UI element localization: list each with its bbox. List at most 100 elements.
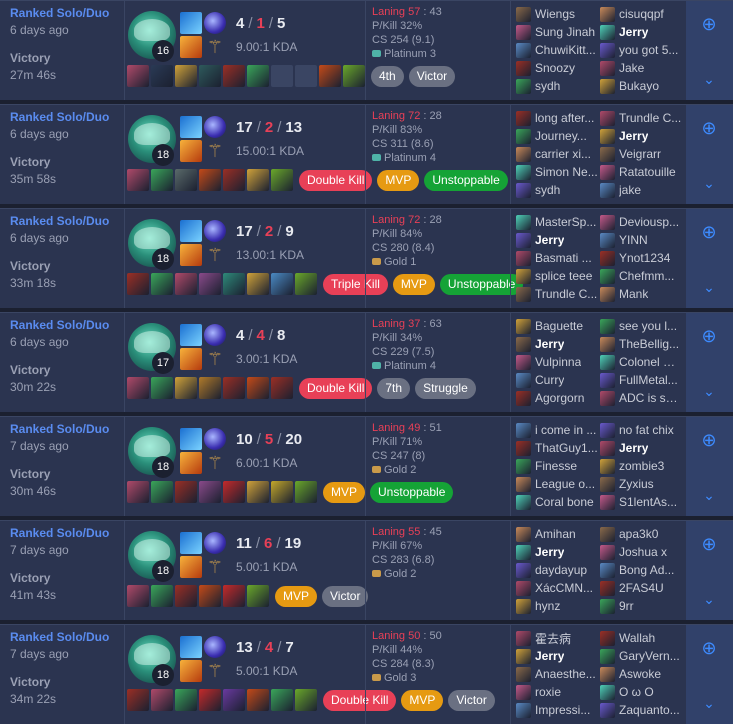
player-entry[interactable]: hynz (516, 597, 598, 615)
item-icon[interactable] (151, 169, 173, 191)
player-name[interactable]: Ratatouille (619, 165, 676, 179)
player-entry[interactable]: Colonel G... (600, 353, 682, 371)
player-entry[interactable]: Jerry (600, 439, 682, 457)
player-name[interactable]: Mank (619, 287, 648, 301)
match-row[interactable]: Ranked Solo/Duo 7 days ago Victory 41m 43s 1… (0, 520, 733, 620)
player-entry[interactable]: carrier xi... (516, 145, 598, 163)
player-name[interactable]: Trundle C... (619, 111, 681, 125)
player-entry[interactable]: Bong Ad... (600, 561, 682, 579)
player-entry[interactable]: Sung Jinah (516, 23, 598, 41)
keystone-rune-icon[interactable] (204, 428, 226, 450)
player-name[interactable]: apa3k0 (619, 527, 658, 541)
keystone-rune-icon[interactable] (204, 636, 226, 658)
player-entry[interactable]: ThatGuy1... (516, 439, 598, 457)
player-name[interactable]: Jerry (535, 233, 564, 247)
item-icon[interactable] (247, 689, 269, 711)
chevron-down-icon[interactable]: ⌄ (698, 68, 720, 90)
add-friend-icon[interactable]: ⊕ (698, 637, 720, 659)
item-icon[interactable] (295, 481, 317, 503)
player-entry[interactable]: roxie (516, 683, 598, 701)
player-entry[interactable]: sydh (516, 181, 598, 199)
player-name[interactable]: ChuwiKitt... (535, 43, 596, 57)
player-entry[interactable]: see you l... (600, 317, 682, 335)
item-icon[interactable] (127, 689, 149, 711)
player-entry[interactable]: jake (600, 181, 682, 199)
match-row[interactable]: Ranked Solo/Duo 7 days ago Victory 30m 46s 1… (0, 416, 733, 516)
player-entry[interactable]: 9rr (600, 597, 682, 615)
player-entry[interactable]: Agorgorn (516, 389, 598, 407)
player-entry[interactable]: Chefmm... (600, 267, 682, 285)
ignite-spell-icon[interactable] (180, 452, 202, 474)
item-icon[interactable] (127, 377, 149, 399)
flash-spell-icon[interactable] (180, 116, 202, 138)
item-icon[interactable] (127, 585, 149, 607)
item-icon[interactable] (199, 689, 221, 711)
player-entry[interactable]: Jerry (516, 335, 598, 353)
keystone-rune-icon[interactable] (204, 12, 226, 34)
player-entry[interactable]: League o... (516, 475, 598, 493)
add-friend-icon[interactable]: ⊕ (698, 533, 720, 555)
player-name[interactable]: see you l... (619, 319, 677, 333)
item-icon[interactable] (319, 65, 341, 87)
player-name[interactable]: Aswoke (619, 667, 661, 681)
player-entry[interactable]: Basmati ... (516, 249, 598, 267)
item-icon[interactable] (199, 273, 221, 295)
player-name[interactable]: ADC is so... (619, 391, 682, 405)
player-name[interactable]: jake (619, 183, 641, 197)
item-icon[interactable] (175, 689, 197, 711)
player-name[interactable]: sydh (535, 79, 560, 93)
item-icon[interactable] (247, 169, 269, 191)
match-row[interactable]: Ranked Solo/Duo 6 days ago Victory 30m 22s 1… (0, 312, 733, 412)
item-icon[interactable] (271, 273, 293, 295)
item-icon[interactable] (151, 585, 173, 607)
player-entry[interactable]: XácCMN... (516, 579, 598, 597)
player-entry[interactable]: S1lentAs... (600, 493, 682, 511)
item-icon[interactable] (223, 689, 245, 711)
player-name[interactable]: Wiengs (535, 7, 575, 21)
player-name[interactable]: Jerry (535, 649, 564, 663)
player-entry[interactable]: sydh (516, 77, 598, 95)
player-name[interactable]: hynz (535, 599, 560, 613)
item-icon[interactable] (247, 585, 269, 607)
player-entry[interactable]: Jerry (516, 543, 598, 561)
item-icon[interactable] (271, 65, 293, 87)
player-name[interactable]: GaryVern... (619, 649, 680, 663)
player-name[interactable]: splice teee (535, 269, 592, 283)
secondary-rune-icon[interactable]: ⚚ (204, 452, 226, 474)
player-entry[interactable]: Curry (516, 371, 598, 389)
secondary-rune-icon[interactable]: ⚚ (204, 140, 226, 162)
item-icon[interactable] (343, 65, 365, 87)
add-friend-icon[interactable]: ⊕ (698, 221, 720, 243)
item-icon[interactable] (223, 585, 245, 607)
add-friend-icon[interactable]: ⊕ (698, 13, 720, 35)
chevron-down-icon[interactable]: ⌄ (698, 276, 720, 298)
player-entry[interactable]: Trundle C... (516, 285, 598, 303)
item-icon[interactable] (151, 377, 173, 399)
item-icon[interactable] (247, 377, 269, 399)
player-entry[interactable]: ADC is so... (600, 389, 682, 407)
player-name[interactable]: Jerry (535, 337, 564, 351)
player-entry[interactable]: Vulpinna (516, 353, 598, 371)
player-entry[interactable]: MasterSp... (516, 213, 598, 231)
secondary-rune-icon[interactable]: ⚚ (204, 244, 226, 266)
player-entry[interactable]: Jerry (516, 647, 598, 665)
chevron-down-icon[interactable]: ⌄ (698, 692, 720, 714)
item-icon[interactable] (295, 273, 317, 295)
player-name[interactable]: 霍去病 (535, 630, 571, 647)
item-icon[interactable] (127, 169, 149, 191)
player-entry[interactable]: Jake (600, 59, 682, 77)
match-row[interactable]: Ranked Solo/Duo 7 days ago Victory 34m 22s 1… (0, 624, 733, 724)
player-name[interactable]: Trundle C... (535, 287, 597, 301)
player-name[interactable]: TheBellig... (619, 337, 679, 351)
player-entry[interactable]: Zyxius (600, 475, 682, 493)
secondary-rune-icon[interactable]: ⚚ (204, 36, 226, 58)
player-entry[interactable]: daydayup (516, 561, 598, 579)
chevron-down-icon[interactable]: ⌄ (698, 380, 720, 402)
player-name[interactable]: Snoozy (535, 61, 575, 75)
player-name[interactable]: Bong Ad... (619, 563, 674, 577)
item-icon[interactable] (247, 481, 269, 503)
secondary-rune-icon[interactable]: ⚚ (204, 556, 226, 578)
player-entry[interactable]: Amihan (516, 525, 598, 543)
player-name[interactable]: FullMetal... (619, 373, 678, 387)
player-name[interactable]: carrier xi... (535, 147, 591, 161)
